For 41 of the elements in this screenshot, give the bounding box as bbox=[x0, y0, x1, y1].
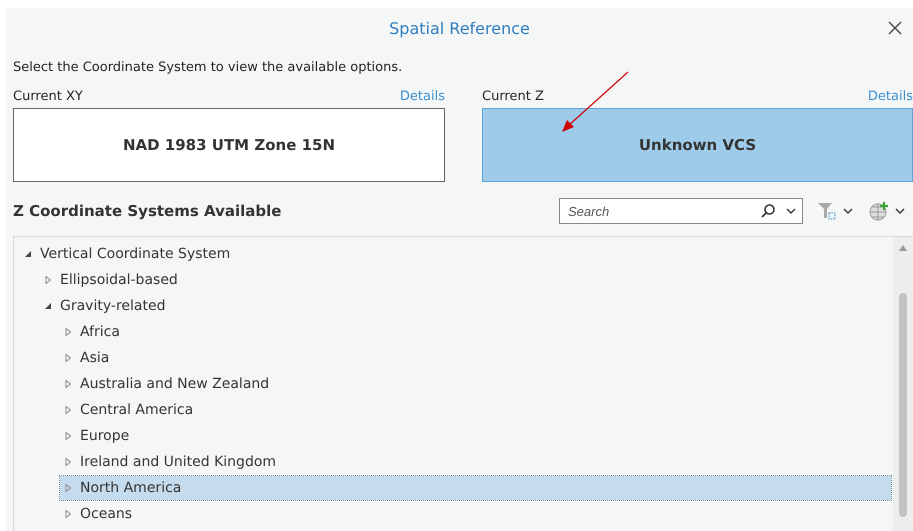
tree-item[interactable]: Europe bbox=[60, 424, 136, 448]
collapsed-icon[interactable] bbox=[44, 276, 52, 284]
instruction-text: Select the Coordinate System to view the available options. bbox=[13, 60, 404, 75]
search-icon bbox=[760, 203, 776, 219]
coordinate-system-box[interactable]: Unknown VCS bbox=[482, 108, 913, 182]
collapsed-icon[interactable] bbox=[64, 510, 72, 518]
collapsed-icon[interactable] bbox=[64, 406, 72, 414]
tree-item[interactable]: Australia and New Zealand bbox=[60, 372, 276, 396]
tree-item[interactable]: Vertical Coordinate System bbox=[20, 242, 236, 266]
tree-item[interactable]: Africa bbox=[60, 320, 126, 344]
chevron-down-icon bbox=[895, 208, 905, 214]
collapsed-icon[interactable] bbox=[64, 354, 72, 362]
collapsed-icon[interactable] bbox=[64, 380, 72, 388]
field-label: Current Z bbox=[482, 89, 544, 104]
search-box[interactable]: Search bbox=[559, 198, 803, 224]
tree-item[interactable]: North America bbox=[60, 476, 891, 500]
expanded-icon[interactable] bbox=[44, 302, 52, 310]
globe-add-icon bbox=[869, 201, 889, 221]
scrollbar[interactable] bbox=[893, 237, 913, 531]
tree-item[interactable]: Ellipsoidal-based bbox=[40, 268, 184, 292]
collapsed-icon[interactable] bbox=[64, 484, 72, 492]
chevron-down-icon bbox=[786, 208, 796, 214]
tree-item[interactable]: Ireland and United Kingdom bbox=[60, 450, 282, 474]
close-icon bbox=[887, 20, 903, 36]
field-label: Current XY bbox=[13, 89, 83, 104]
tree-item[interactable]: Central America bbox=[60, 398, 200, 422]
chevron-down-icon bbox=[843, 208, 853, 214]
add-coordinate-system-button[interactable] bbox=[867, 201, 907, 221]
expanded-icon[interactable] bbox=[24, 250, 32, 258]
coordinate-system-box[interactable]: NAD 1983 UTM Zone 15N bbox=[13, 108, 445, 182]
filter-icon bbox=[817, 201, 837, 221]
section-title: Z Coordinate Systems Available bbox=[13, 202, 282, 220]
collapsed-icon[interactable] bbox=[64, 328, 72, 336]
collapsed-icon[interactable] bbox=[64, 458, 72, 466]
tree-item[interactable]: Asia bbox=[60, 346, 116, 370]
search-input[interactable]: Search bbox=[566, 202, 760, 220]
collapsed-icon[interactable] bbox=[64, 432, 72, 440]
scroll-up-icon[interactable] bbox=[899, 245, 907, 251]
tree-item[interactable]: Gravity-related bbox=[40, 294, 172, 318]
tree-item[interactable]: Oceans bbox=[60, 502, 138, 526]
window-title: Spatial Reference bbox=[389, 18, 530, 38]
